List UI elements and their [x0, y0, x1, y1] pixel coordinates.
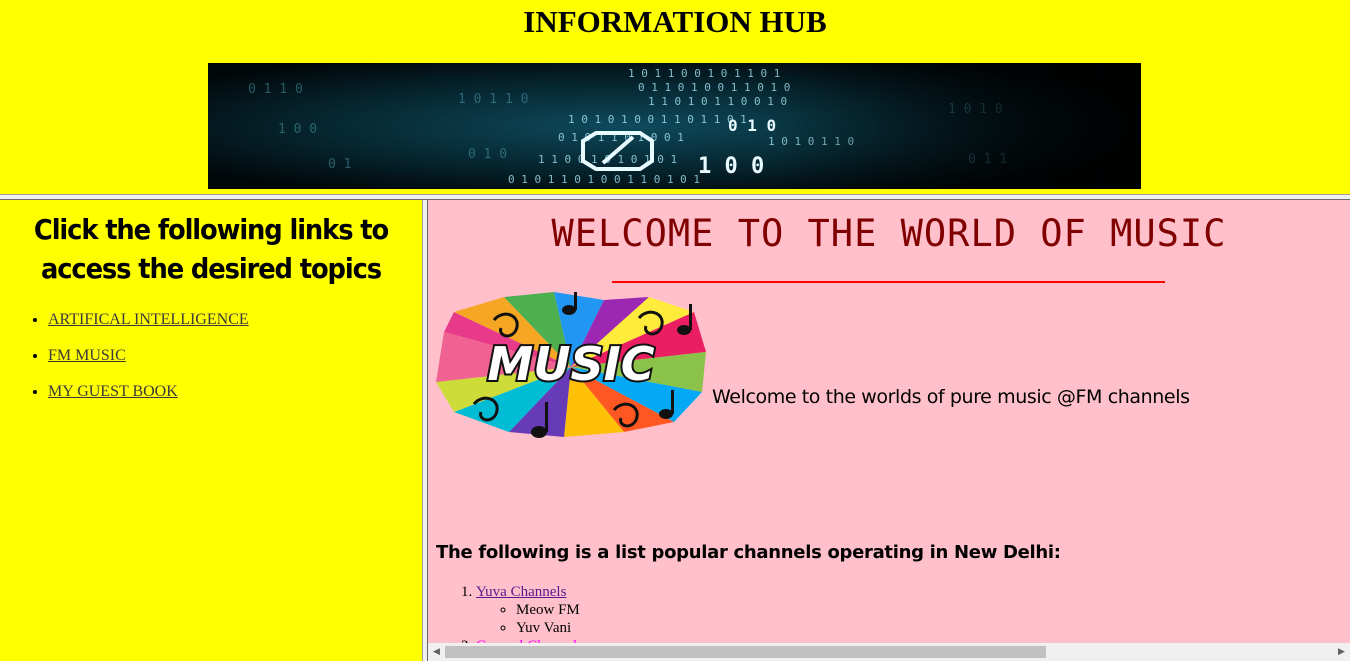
scrollbar-thumb[interactable]: [445, 646, 1046, 658]
horizontal-rule: [612, 281, 1165, 283]
welcome-title: WELCOME TO THE WORLD OF MUSIC: [551, 212, 1227, 255]
list-item: ARTIFICAL INTELLIGENCE: [48, 310, 422, 329]
channels-heading: The following is a list popular channels…: [436, 542, 1061, 563]
welcome-text: Welcome to the worlds of pure music @FM …: [712, 386, 1190, 408]
topic-link-list: ARTIFICAL INTELLIGENCE FM MUSIC MY GUEST…: [0, 310, 422, 401]
fm-music-link[interactable]: FM MUSIC: [48, 347, 126, 364]
top-frame: INFORMATION HUB 0 1 1 0 1 0 0 0 1 1 0 1 …: [0, 0, 1350, 194]
left-navigation-frame: Click the following links to access the …: [0, 200, 422, 661]
chevron-left-icon[interactable]: ◀: [428, 643, 445, 661]
guest-book-link[interactable]: MY GUEST BOOK: [48, 383, 178, 400]
horizontal-scrollbar[interactable]: ◀ ▶: [428, 643, 1350, 661]
list-item: Meow FM: [516, 601, 583, 619]
navigation-heading: Click the following links to access the …: [33, 213, 389, 285]
binary-code-banner-image: 0 1 1 0 1 0 0 0 1 1 0 1 1 0 0 1 0 1 0 1 …: [208, 63, 1141, 189]
page-title: INFORMATION HUB: [523, 4, 827, 39]
yuva-channels-link[interactable]: Yuva Channels: [476, 584, 566, 600]
artificial-intelligence-link[interactable]: ARTIFICAL INTELLIGENCE: [48, 311, 249, 328]
list-item: MY GUEST BOOK: [48, 382, 422, 401]
content-frame: WELCOME TO THE WORLD OF MUSIC MUSIC Welc…: [428, 200, 1350, 661]
list-item: Yuva Channels Meow FM Yuv Vani: [476, 583, 583, 637]
music-logo-image: MUSIC: [434, 292, 708, 442]
music-logo-text: MUSIC: [487, 337, 654, 391]
channel-sublist: Meow FM Yuv Vani: [476, 601, 583, 637]
list-item: FM MUSIC: [48, 346, 422, 365]
chevron-right-icon[interactable]: ▶: [1333, 643, 1350, 661]
list-item: Yuv Vani: [516, 619, 583, 637]
